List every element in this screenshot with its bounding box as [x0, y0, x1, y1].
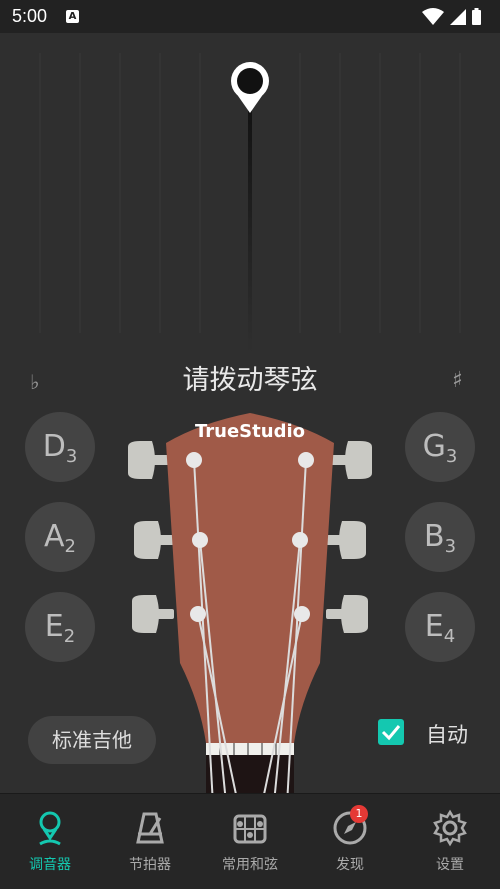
notification-badge: 1	[350, 805, 368, 823]
tuner-icon	[39, 811, 61, 846]
nav-label: 调音器	[29, 857, 71, 873]
string-note-e2[interactable]: E2	[25, 592, 95, 662]
nav-label: 发现	[336, 857, 364, 873]
note-octave: 2	[64, 536, 76, 557]
chord-icon	[233, 814, 267, 844]
note-octave: 2	[63, 626, 76, 647]
tuning-prompt: 请拨动琴弦	[182, 365, 318, 396]
tuner-needle	[248, 93, 252, 353]
status-time: 5:00	[12, 6, 48, 26]
note-octave: 4	[443, 626, 456, 647]
tuner-area: TrueStudio 请拨动琴弦 ♭ ♯ D3 A2 E2 G3 B3 E4 标…	[0, 33, 500, 823]
string-note-e4[interactable]: E4	[405, 592, 475, 662]
auto-label: 自动	[426, 723, 468, 747]
nav-label: 节拍器	[129, 857, 171, 873]
nav-tab-metronome[interactable]: 节拍器	[100, 794, 200, 889]
brand-logo: TrueStudio	[194, 421, 305, 442]
signal-icon	[450, 9, 466, 25]
system-status-icons	[422, 8, 481, 25]
note-letter: B	[423, 519, 445, 554]
string-note-g3[interactable]: G3	[405, 412, 475, 482]
metronome-icon	[136, 812, 164, 844]
pitch-marker-icon	[231, 62, 269, 113]
note-letter: D	[42, 429, 66, 464]
flat-symbol: ♭	[30, 370, 40, 394]
bottom-nav: 调音器 节拍器 常用和弦 1 发现 设置	[0, 793, 500, 889]
note-letter: E	[424, 609, 444, 644]
string-note-d3[interactable]: D3	[25, 412, 95, 482]
note-letter: E	[44, 609, 64, 644]
string-note-b3[interactable]: B3	[405, 502, 475, 572]
checkmark-icon	[381, 725, 401, 741]
gear-icon	[433, 809, 467, 847]
note-letter: A	[44, 519, 65, 554]
notification-icon: A	[66, 10, 79, 23]
nav-tab-settings[interactable]: 设置	[400, 794, 500, 889]
nav-tab-discover[interactable]: 1 发现	[300, 794, 400, 889]
guitar-nut	[206, 743, 294, 755]
nav-tab-tuner[interactable]: 调音器	[0, 794, 100, 889]
nav-label: 常用和弦	[222, 857, 278, 873]
note-octave: 3	[65, 446, 78, 467]
battery-icon	[472, 10, 481, 25]
sharp-symbol: ♯	[452, 368, 463, 393]
note-letter: G	[422, 429, 446, 464]
nav-label: 设置	[436, 857, 464, 873]
note-octave: 3	[444, 536, 457, 557]
tuning-pegs-right	[326, 441, 372, 633]
nav-tab-chords[interactable]: 常用和弦	[200, 794, 300, 889]
string-note-a2[interactable]: A2	[25, 502, 95, 572]
tuning-pegs-left	[128, 441, 174, 633]
auto-checkbox[interactable]	[378, 719, 404, 745]
note-octave: 3	[445, 446, 458, 467]
status-bar: 5:00 A	[0, 0, 500, 33]
tuning-preset-button[interactable]: 标准吉他	[28, 716, 156, 764]
wifi-icon	[422, 8, 444, 25]
